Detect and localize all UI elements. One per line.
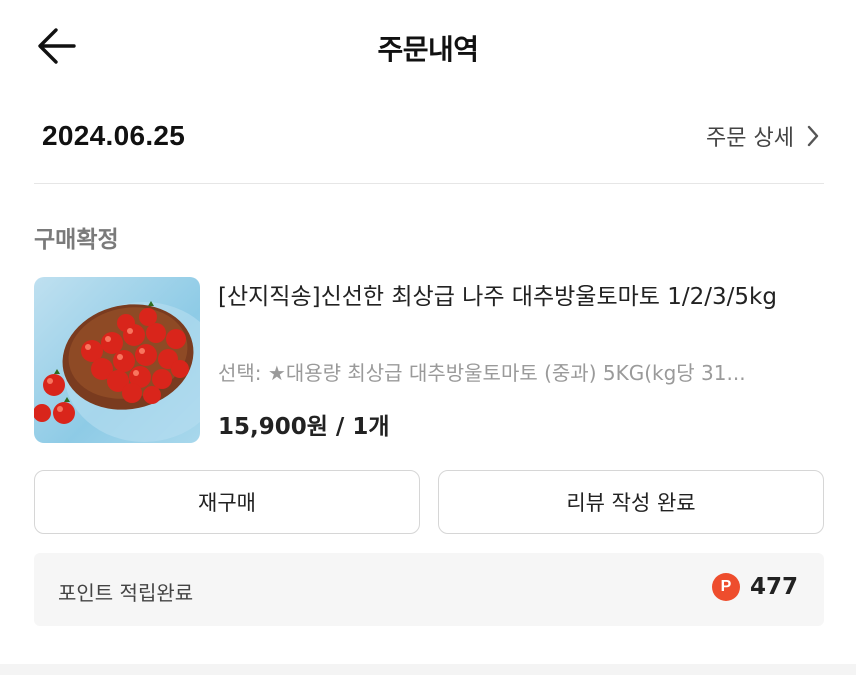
review-complete-button[interactable]: 리뷰 작성 완료 [438,470,824,534]
product-name[interactable]: [산지직송]신선한 최상급 나주 대추방울토마토 1/2/3/5kg [218,279,818,315]
point-icon: P [711,573,740,601]
chevron-right-icon [807,125,819,147]
order-header: 2024.06.25 주문 상세 [34,112,824,162]
section-separator [0,664,856,675]
rebuy-button[interactable]: 재구매 [34,470,420,534]
points-panel: 포인트 적립완료 P 477 [34,553,824,626]
header: 주문내역 [0,0,856,92]
order-date: 2024.06.25 [42,120,186,151]
product-price: 15,900원 / 1개 [218,414,390,440]
divider [34,183,824,184]
order-detail-link[interactable]: 주문 상세 [706,120,820,152]
points-value: 477 [749,574,798,600]
product-option: 선택: ★대용량 최상급 대추방울토마토 (중과) 5KG(kg당 31... [218,361,746,385]
order-status: 구매확정 [34,227,119,253]
page-title: 주문내역 [377,33,479,66]
points-amount: P 477 [711,573,798,601]
cherry-tomato-photo [34,301,200,442]
product-item: [산지직송]신선한 최상급 나주 대추방울토마토 1/2/3/5kg 선택: ★… [34,277,824,447]
product-image[interactable] [34,277,200,443]
order-detail-label: 주문 상세 [706,126,794,151]
points-label: 포인트 적립완료 [58,581,194,605]
